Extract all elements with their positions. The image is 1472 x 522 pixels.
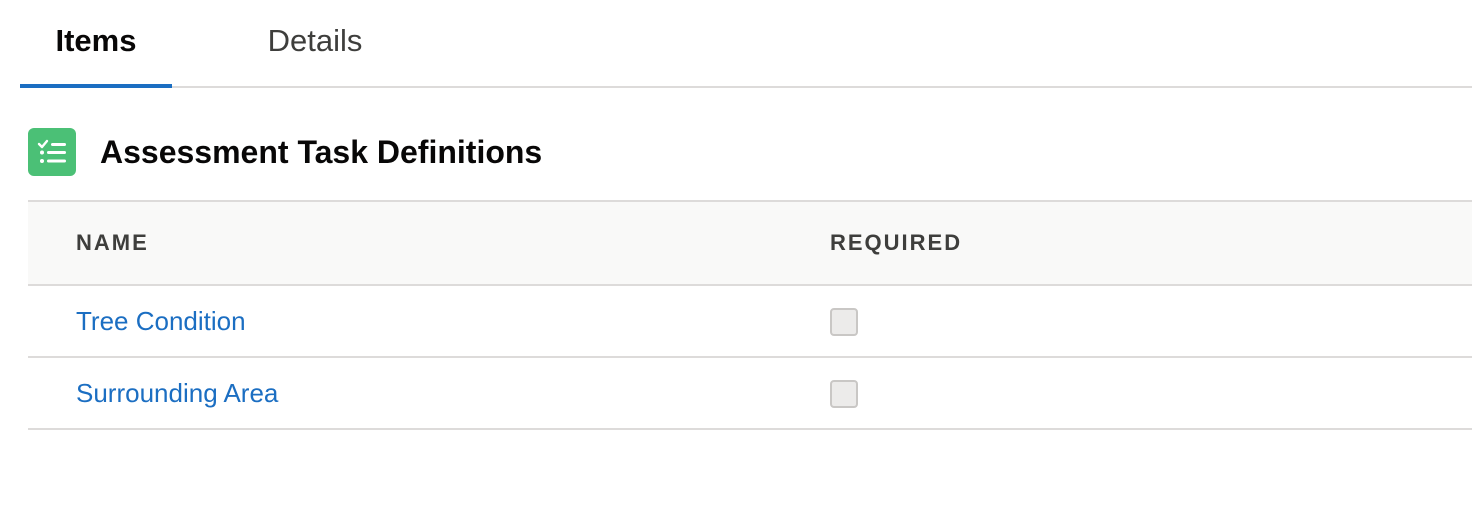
table-header: NAME REQUIRED bbox=[28, 200, 1472, 286]
row-name-link[interactable]: Tree Condition bbox=[76, 286, 246, 356]
tab-items[interactable]: Items bbox=[20, 0, 172, 88]
card-title: Assessment Task Definitions bbox=[100, 133, 543, 170]
required-checkbox bbox=[830, 308, 858, 336]
row-name-link[interactable]: Surrounding Area bbox=[76, 358, 278, 428]
table-row: Tree Condition bbox=[28, 286, 1472, 358]
required-checkbox bbox=[830, 380, 858, 408]
card-header: Assessment Task Definitions bbox=[28, 128, 542, 176]
task-list-icon bbox=[28, 128, 76, 176]
tab-details[interactable]: Details bbox=[240, 0, 390, 86]
task-definitions-table: NAME REQUIRED Tree Condition Surrounding… bbox=[28, 200, 1472, 430]
table-row: Surrounding Area bbox=[28, 358, 1472, 430]
column-header-name[interactable]: NAME bbox=[76, 202, 149, 284]
tab-bar: Items Details bbox=[20, 0, 1472, 88]
column-header-required[interactable]: REQUIRED bbox=[830, 202, 962, 284]
